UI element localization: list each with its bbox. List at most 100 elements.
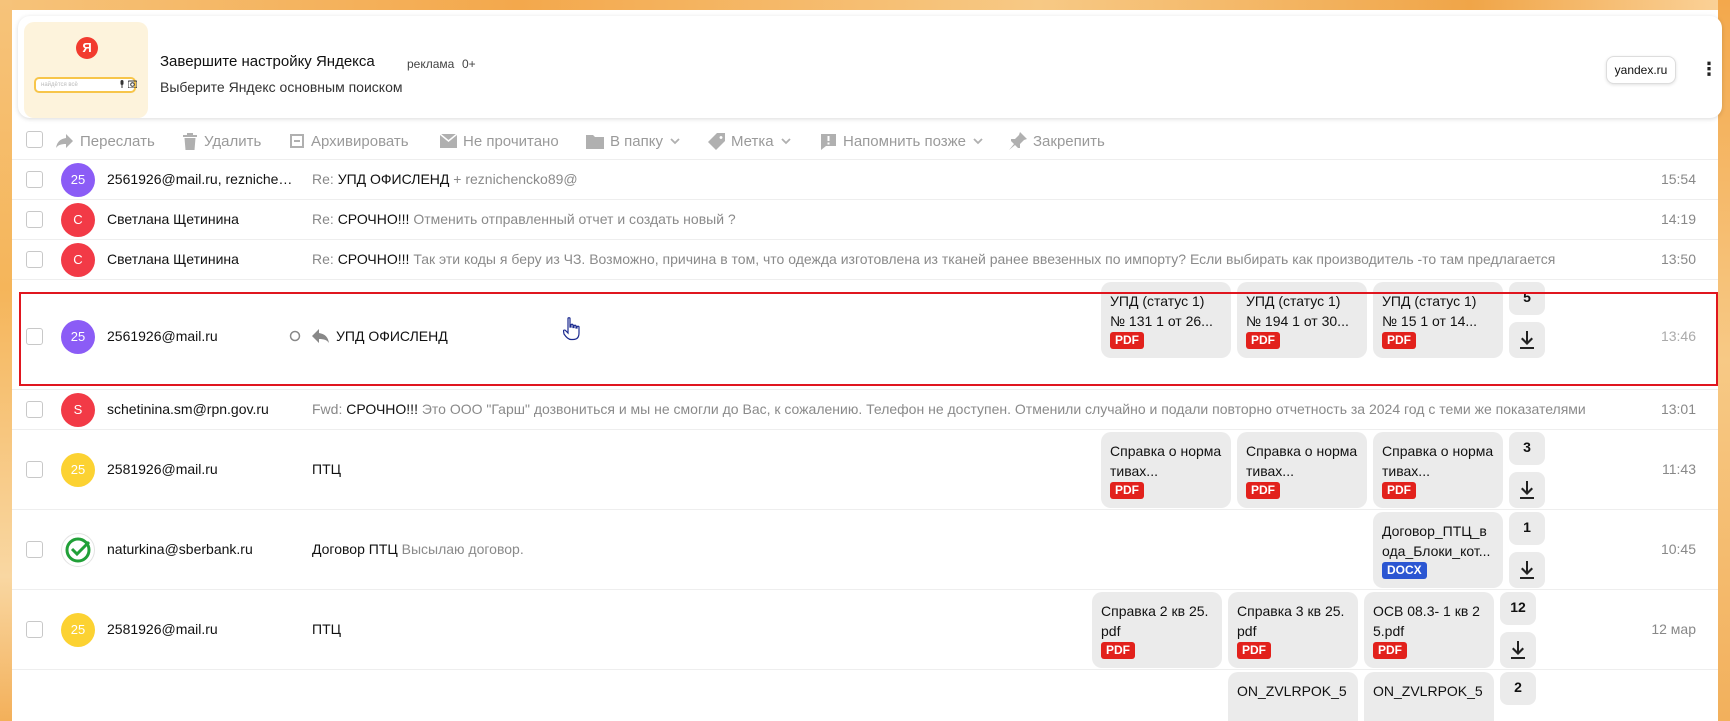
time: 10:45	[1660, 541, 1696, 557]
subject: ПТЦ	[312, 621, 341, 637]
download-button[interactable]	[1509, 552, 1545, 588]
pdf-badge: PDF	[1382, 482, 1416, 499]
delete-label: Удалить	[204, 132, 262, 150]
sender-name: 2561926@mail.ru, reznichenсko89@	[107, 171, 297, 187]
subject-prefix: Fwd:	[312, 401, 343, 417]
attachment-count-badge[interactable]: 3	[1509, 432, 1545, 465]
label-label: Метка	[731, 132, 774, 150]
subject-line: Re: СРОЧНО!!! Отменить отправленный отче…	[312, 211, 1492, 227]
remind-later-label: Напомнить позже	[843, 132, 967, 150]
row-checkbox[interactable]	[26, 211, 43, 228]
subject-line: ПТЦ	[312, 621, 612, 637]
email-row[interactable]: С Светлана Щетинина Re: СРОЧНО!!! Отмени…	[12, 200, 1718, 240]
attachment-card[interactable]: Справка о нормативах... PDF	[1373, 432, 1503, 508]
subject: СРОЧНО!!!	[346, 401, 418, 417]
subject-line: Договор ПТЦ Высылаю договор.	[312, 541, 1012, 557]
chevron-down-icon	[670, 138, 680, 145]
pdf-badge: PDF	[1246, 482, 1280, 499]
archive-button[interactable]: Архивировать	[289, 131, 409, 151]
subject: ПТЦ	[312, 461, 341, 477]
label-button[interactable]: Метка	[708, 131, 792, 151]
row-checkbox[interactable]	[26, 251, 43, 268]
subject: СРОЧНО!!!	[337, 211, 410, 227]
more-vertical-icon[interactable]: ⋮	[1700, 56, 1718, 84]
subject-line: Re: СРОЧНО!!! Так эти коды я беру из ЧЗ.…	[312, 251, 1660, 267]
row-checkbox[interactable]	[26, 541, 43, 558]
time: 12 мар	[1651, 621, 1696, 637]
ad-age-rating: 0+	[462, 57, 476, 71]
pin-button[interactable]: Закрепить	[1009, 131, 1105, 151]
attachment-card[interactable]: Договор_ПТЦ_вода_Блоки_кот... DOCX	[1373, 512, 1503, 588]
snippet: Это ООО "Гарш" дозвониться и мы не смогл…	[421, 401, 1586, 417]
email-row[interactable]: S schetinina.sm@rpn.gov.ru Fwd: СРОЧНО!!…	[12, 390, 1718, 430]
subject-prefix: Re:	[312, 251, 334, 267]
archive-label: Архивировать	[311, 132, 409, 150]
attachment-card[interactable]: Справка 3 кв 25.pdf PDF	[1228, 592, 1358, 668]
attachment-name: Справка о нормативах...	[1110, 443, 1222, 479]
mail-main-panel: Я найдётся всё Завершите настройку Яндек…	[12, 10, 1722, 721]
subject-prefix: Re:	[312, 211, 334, 227]
reminder-icon	[821, 133, 836, 150]
download-button[interactable]	[1509, 472, 1545, 508]
mail-toolbar: Переслать Удалить Архивировать Не прочит…	[12, 120, 1718, 160]
forward-button[interactable]: Переслать	[56, 131, 155, 151]
attachment-name: ON_ZVLRPOK_5	[1373, 683, 1483, 699]
attachment-count-badge[interactable]: 1	[1509, 512, 1545, 545]
row-checkbox[interactable]	[26, 401, 43, 418]
email-row[interactable]: 25 2561926@mail.ru, reznichenсko89@ Re: …	[12, 160, 1718, 200]
sender-name: Светлана Щетинина	[107, 251, 239, 267]
background-gradient-left	[0, 0, 12, 721]
sender-name: naturkina@sberbank.ru	[107, 541, 253, 557]
email-row[interactable]: 25 2581926@mail.ru ПТЦ Справка 2 кв 25.p…	[12, 590, 1718, 670]
remind-later-button[interactable]: Напомнить позже	[820, 131, 984, 151]
row-checkbox[interactable]	[26, 461, 43, 478]
docx-badge: DOCX	[1382, 562, 1427, 579]
sender-name: Светлана Щетинина	[107, 211, 239, 227]
select-all-checkbox[interactable]	[26, 131, 43, 148]
folder-icon	[586, 134, 604, 149]
attachment-card[interactable]: Справка о нормативах... PDF	[1237, 432, 1367, 508]
mark-unread-button[interactable]: Не прочитано	[440, 131, 559, 151]
attachment-count-badge[interactable]: 2	[1500, 672, 1536, 705]
row-checkbox[interactable]	[26, 171, 43, 188]
attachment-name: Договор_ПТЦ_вода_Блоки_кот...	[1382, 523, 1491, 559]
move-to-folder-button[interactable]: В папку	[586, 131, 681, 151]
ad-title[interactable]: Завершите настройку Яндекса	[160, 53, 375, 70]
subject-prefix: Re:	[312, 171, 334, 187]
email-row[interactable]: С Светлана Щетинина Re: СРОЧНО!!! Так эт…	[12, 240, 1718, 280]
ad-subtitle: Выберите Яндекс основным поиском	[160, 79, 403, 95]
ad-thumbnail: Я найдётся всё	[24, 22, 148, 118]
row-checkbox[interactable]	[26, 621, 43, 638]
ad-domain-button[interactable]: yandex.ru	[1606, 56, 1676, 84]
avatar: С	[61, 203, 95, 237]
attachment-name: Справка о нормативах...	[1382, 443, 1494, 479]
attachment-count-badge[interactable]: 12	[1500, 592, 1536, 625]
download-icon	[1520, 481, 1534, 499]
attachment-card[interactable]: ON_ZVLRPOK_5	[1228, 672, 1358, 721]
subject-line: Fwd: СРОЧНО!!! Это ООО "Гарш" дозвонитьс…	[312, 401, 1660, 417]
attachment-card[interactable]: Справка 2 кв 25.pdf PDF	[1092, 592, 1222, 668]
archive-icon	[290, 134, 304, 148]
avatar: 25	[61, 163, 95, 197]
attachment-name: Справка 2 кв 25.pdf	[1101, 603, 1209, 639]
time: 13:01	[1660, 401, 1696, 417]
attachment-card[interactable]: ON_ZVLRPOK_5	[1364, 672, 1494, 721]
pdf-badge: PDF	[1110, 482, 1144, 499]
pin-icon	[1009, 132, 1027, 150]
email-row[interactable]: 25 2581926@mail.ru ПТЦ Справка о нормати…	[12, 430, 1718, 510]
attachment-card[interactable]: Справка о нормативах... PDF	[1101, 432, 1231, 508]
delete-button[interactable]: Удалить	[182, 131, 261, 151]
subject-line: ПТЦ	[312, 461, 612, 477]
ad-banner[interactable]: Я найдётся всё Завершите настройку Яндек…	[18, 16, 1722, 118]
time: 14:19	[1660, 211, 1696, 227]
attachment-card[interactable]: ОСВ 08.3- 1 кв 25.pdf PDF	[1364, 592, 1494, 668]
ad-tag: реклама	[407, 57, 455, 71]
email-row[interactable]: ON_ZVLRPOK_5 ON_ZVLRPOK_5 2	[12, 670, 1718, 721]
mark-unread-label: Не прочитано	[463, 132, 559, 150]
attachment-name: ON_ZVLRPOK_5	[1237, 683, 1347, 699]
trash-icon	[183, 132, 197, 150]
subject: СРОЧНО!!!	[337, 251, 410, 267]
email-row[interactable]: naturkina@sberbank.ru Договор ПТЦ Высыла…	[12, 510, 1718, 590]
time: 15:54	[1660, 171, 1696, 187]
download-button[interactable]	[1500, 632, 1536, 668]
